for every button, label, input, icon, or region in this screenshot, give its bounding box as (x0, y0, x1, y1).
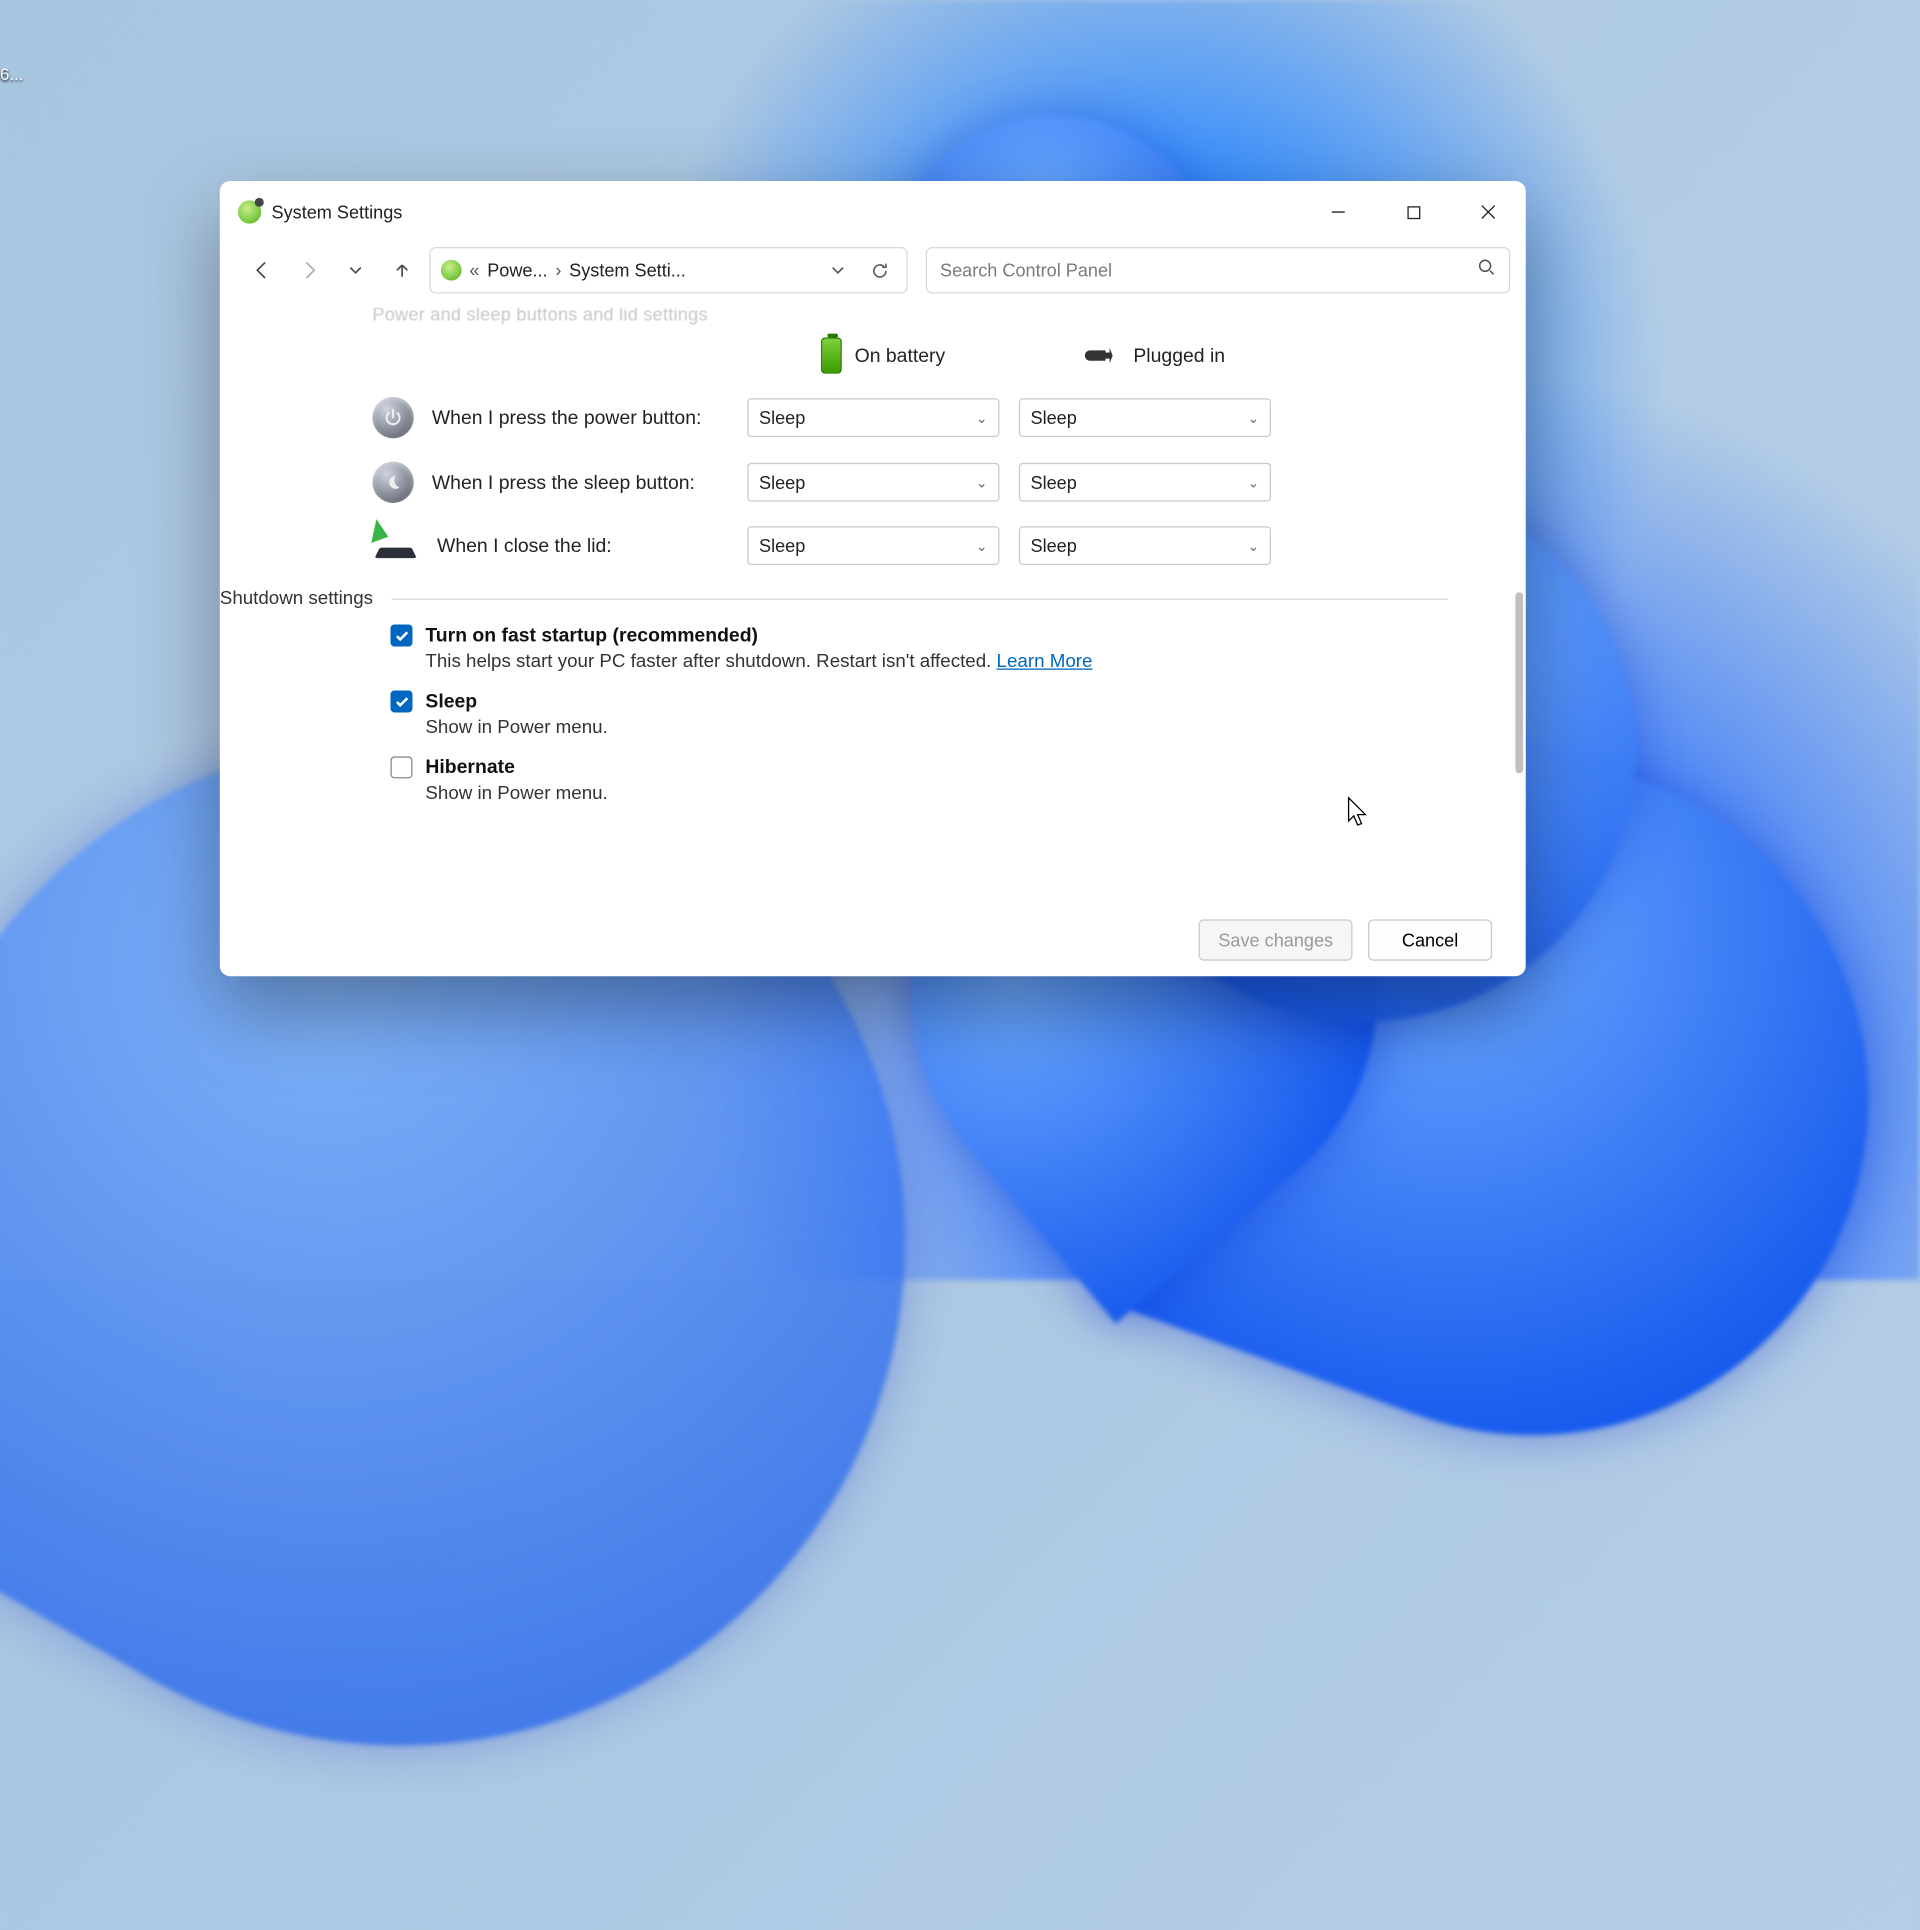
search-icon (1477, 257, 1496, 283)
back-button[interactable] (243, 251, 282, 290)
row-close-lid: When I close the lid: Sleep⌄ Sleep⌄ (372, 526, 1525, 565)
breadcrumb-1[interactable]: Powe... (487, 260, 547, 281)
chevron-down-icon: ⌄ (976, 474, 988, 491)
select-sleep-battery[interactable]: Sleep⌄ (747, 463, 999, 502)
breadcrumb-icon (441, 260, 462, 281)
learn-more-link[interactable]: Learn More (997, 652, 1093, 673)
cancel-button[interactable]: Cancel (1368, 919, 1492, 960)
battery-icon (821, 337, 842, 373)
breadcrumb-prefix: « (469, 260, 479, 281)
checkbox-desc: Show in Power menu. (425, 784, 1525, 805)
power-icon (372, 397, 413, 438)
opt-hibernate: Hibernate Show in Power menu. (390, 756, 1525, 804)
chevron-down-icon: ⌄ (976, 409, 988, 426)
checkbox-fast-startup[interactable] (390, 625, 412, 647)
breadcrumb-2[interactable]: System Setti... (569, 260, 686, 281)
opt-fast-startup: Turn on fast startup (recommended) This … (390, 625, 1525, 673)
save-button[interactable]: Save changes (1199, 919, 1353, 960)
up-button[interactable] (383, 251, 422, 290)
minimize-button[interactable] (1301, 181, 1376, 243)
col-on-battery: On battery (747, 337, 1019, 373)
truncated-heading: Power and sleep buttons and lid settings (372, 308, 1525, 325)
chevron-down-icon: ⌄ (1247, 409, 1259, 426)
chevron-down-icon: ⌄ (976, 537, 988, 554)
checkbox-label: Hibernate (425, 756, 514, 778)
breadcrumb-sep: › (555, 260, 561, 281)
opt-sleep: Sleep Show in Power menu. (390, 690, 1525, 738)
app-icon (238, 200, 261, 223)
select-lid-plugged[interactable]: Sleep⌄ (1019, 526, 1271, 565)
select-power-battery[interactable]: Sleep⌄ (747, 398, 999, 437)
scrollbar-thumb[interactable] (1515, 592, 1523, 773)
plug-icon (1084, 347, 1120, 365)
maximize-button[interactable] (1376, 181, 1451, 243)
system-settings-window: System Settings « (220, 181, 1526, 976)
row-power-button: When I press the power button: Sleep⌄ Sl… (372, 397, 1525, 438)
select-power-plugged[interactable]: Sleep⌄ (1019, 398, 1271, 437)
select-lid-battery[interactable]: Sleep⌄ (747, 526, 999, 565)
chevron-down-icon: ⌄ (1247, 537, 1259, 554)
checkbox-sleep[interactable] (390, 690, 412, 712)
col-plugged-in: Plugged in (1019, 345, 1291, 367)
titlebar: System Settings (220, 181, 1526, 243)
nav-row: « Powe... › System Setti... (220, 243, 1526, 308)
checkbox-label: Sleep (425, 690, 477, 712)
row-label: When I press the sleep button: (432, 471, 695, 493)
moon-icon (372, 462, 413, 503)
checkbox-desc: This helps start your PC faster after sh… (425, 652, 1525, 673)
address-bar[interactable]: « Powe... › System Setti... (429, 247, 907, 294)
window-title: System Settings (272, 202, 403, 223)
recent-button[interactable] (336, 251, 375, 290)
checkbox-desc: Show in Power menu. (425, 718, 1525, 739)
content-pane: Power and sleep buttons and lid settings… (220, 308, 1526, 904)
shutdown-settings-heading: Shutdown settings (220, 588, 1526, 609)
forward-button[interactable] (290, 251, 329, 290)
close-button[interactable] (1451, 181, 1526, 243)
row-label: When I press the power button: (432, 407, 702, 429)
checkbox-hibernate[interactable] (390, 756, 412, 778)
address-dropdown[interactable] (821, 253, 855, 287)
checkbox-label: Turn on fast startup (recommended) (425, 625, 758, 647)
select-sleep-plugged[interactable]: Sleep⌄ (1019, 463, 1271, 502)
chevron-down-icon: ⌄ (1247, 474, 1259, 491)
footer: Save changes Cancel (220, 904, 1526, 976)
desktop-icon-label: 6... (0, 65, 23, 84)
row-sleep-button: When I press the sleep button: Sleep⌄ Sl… (372, 462, 1525, 503)
row-label: When I close the lid: (437, 535, 612, 557)
search-input[interactable] (940, 260, 1466, 281)
refresh-button[interactable] (862, 253, 896, 287)
lid-icon (372, 528, 419, 564)
search-box[interactable] (926, 247, 1510, 294)
